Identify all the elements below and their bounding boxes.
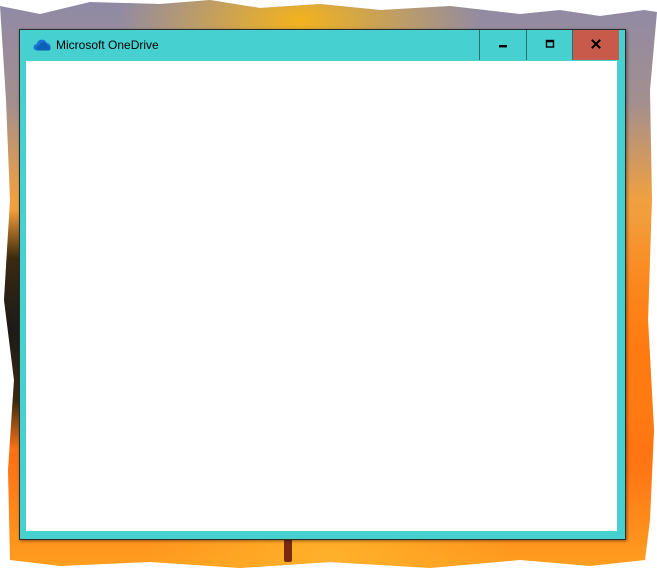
maximize-icon [545, 36, 555, 54]
window-title: Microsoft OneDrive [56, 38, 159, 52]
close-icon [591, 36, 601, 54]
window-content-area [26, 61, 617, 531]
wallpaper-flower-stem [284, 538, 292, 562]
minimize-icon [498, 36, 508, 54]
onedrive-cloud-icon [33, 38, 51, 51]
close-button[interactable] [572, 30, 619, 60]
onedrive-window: Microsoft OneDrive [19, 29, 626, 540]
window-titlebar[interactable]: Microsoft OneDrive [20, 30, 625, 60]
maximize-button[interactable] [526, 30, 572, 60]
minimize-button[interactable] [479, 30, 525, 60]
